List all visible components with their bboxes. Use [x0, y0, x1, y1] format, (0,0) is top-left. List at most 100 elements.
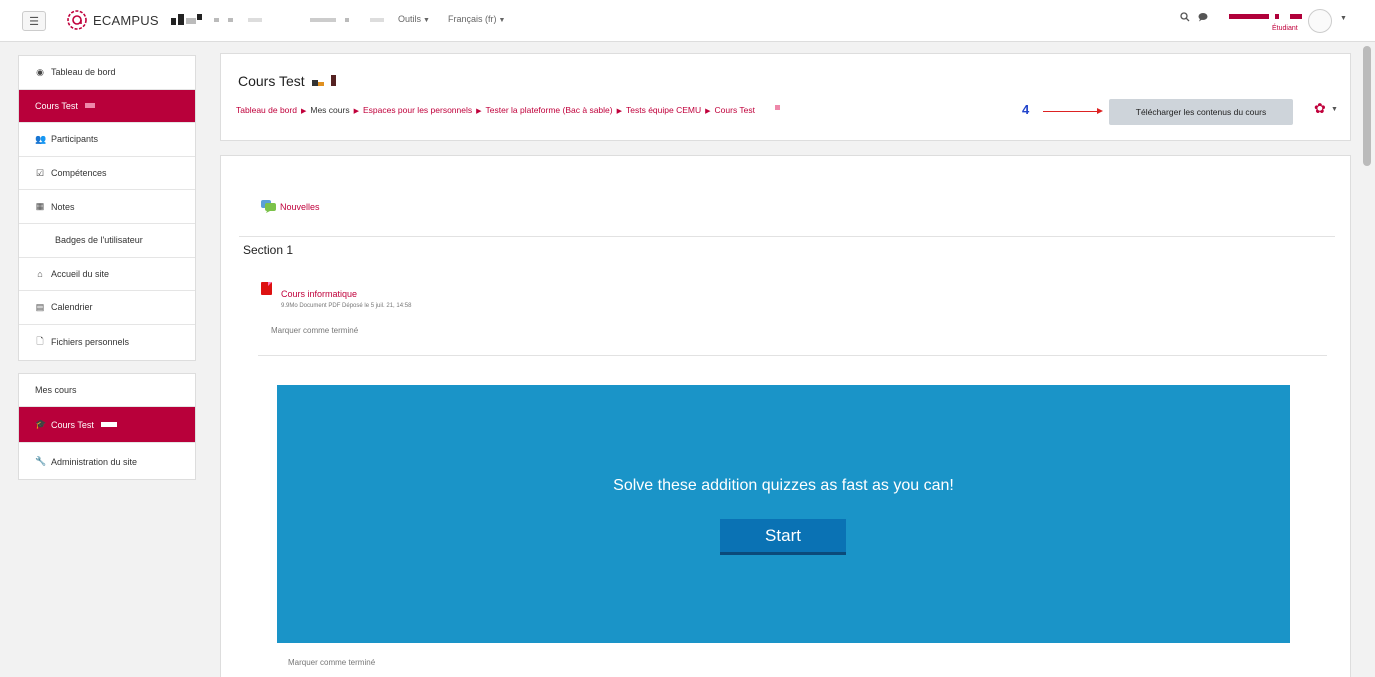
graduation-cap-icon: 🎓	[35, 419, 47, 429]
redacted-username	[1229, 14, 1269, 19]
chevron-down-icon: ▼	[423, 17, 430, 24]
arrow-right-icon	[1043, 108, 1103, 114]
caret-down-icon[interactable]: ▼	[1340, 15, 1347, 22]
users-icon: 👥	[35, 133, 47, 144]
section-title: Section 1	[243, 243, 294, 257]
home-icon: ⌂	[37, 268, 43, 279]
breadcrumb: Tableau de bord ▶ Mes cours ▶ Espaces pour l…	[236, 105, 781, 115]
course-content: Nouvelles Section 1 Cours informatique 9…	[220, 155, 1351, 677]
sidebar-item-competences[interactable]: ☑ Compétences	[19, 157, 195, 191]
breadcrumb-item[interactable]: Mes cours	[310, 105, 349, 115]
resource-name[interactable]: Cours informatique	[281, 289, 357, 299]
sidebar-item-label: Cours Test	[35, 100, 78, 111]
breadcrumb-separator-icon: ▶	[476, 108, 482, 115]
sidebar-item-my-course[interactable]: 🎓 Cours Test	[19, 407, 195, 443]
sidebar-item-label: Notes	[51, 201, 75, 212]
sidebar-item-files[interactable]: 🗋 Fichiers personnels	[19, 325, 195, 359]
sidebar-item-label: Fichiers personnels	[51, 336, 130, 347]
sidebar-item-badges[interactable]: Badges de l'utilisateur	[19, 224, 195, 258]
brand-logo[interactable]: ECAMPUS	[66, 9, 159, 31]
top-navbar: ☰ ECAMPUS Outils ▼ Français (fr) ▼ Étudian…	[0, 0, 1375, 42]
news-forum-link[interactable]: Nouvelles	[261, 200, 320, 213]
redacted-username	[1275, 14, 1279, 19]
divider	[258, 355, 1327, 356]
breadcrumb-separator-icon: ▶	[300, 108, 307, 115]
chevron-down-icon: ▼	[498, 17, 506, 24]
menu-icon: ☰	[29, 15, 39, 28]
scrollbar[interactable]	[1363, 46, 1371, 166]
search-icon[interactable]	[1180, 12, 1190, 25]
redacted-block	[214, 18, 219, 22]
redacted-block	[248, 18, 262, 22]
game-prompt: Solve these addition quizzes as fast as …	[613, 477, 954, 494]
course-header: Cours Test Tableau de bord ▶ Mes cours ▶ Esp…	[220, 53, 1351, 141]
pdf-file-icon	[261, 282, 272, 295]
table-icon: ▦	[35, 201, 45, 212]
download-course-content-button[interactable]: Télécharger les contenus du cours	[1109, 99, 1293, 125]
mark-complete-button[interactable]: Marquer comme terminé	[271, 326, 358, 335]
file-icon: 🗋	[36, 335, 44, 346]
menu-toggle-button[interactable]: ☰	[22, 11, 46, 31]
redacted-block	[178, 14, 184, 25]
breadcrumb-separator-icon: ▶	[353, 108, 359, 115]
sidebar-item-label: Compétences	[51, 168, 107, 179]
news-forum-label: Nouvelles	[280, 201, 320, 212]
sidebar-item-label: Administration du site	[51, 456, 138, 467]
redacted-block	[331, 75, 337, 86]
redacted-block	[345, 18, 349, 22]
redacted-block	[186, 18, 196, 24]
ecampus-logo-icon	[67, 10, 87, 30]
breadcrumb-separator-icon: ▶	[616, 108, 622, 115]
sidebar-item-label: Cours Test	[51, 419, 94, 430]
start-button[interactable]: Start	[720, 519, 846, 555]
breadcrumb-item[interactable]: Espaces pour les personnels	[363, 105, 472, 115]
sidebar-item-home[interactable]: ⌂ Accueil du site	[19, 258, 195, 292]
language-menu-label: Français (fr)	[448, 14, 497, 24]
chat-icon[interactable]	[1198, 12, 1208, 25]
redacted-block	[100, 422, 117, 427]
sidebar-item-label: Badges de l'utilisateur	[55, 235, 143, 246]
sidebar-item-label: Tableau de bord	[51, 67, 116, 78]
divider	[239, 236, 1335, 237]
redacted-username	[1290, 14, 1302, 19]
tools-menu[interactable]: Outils ▼	[398, 14, 430, 24]
resource-meta: 9.9Mo Document PDF Déposé le 5 juil. 21,…	[281, 303, 412, 309]
redacted-block	[370, 18, 384, 22]
redacted-block	[171, 18, 176, 25]
user-role: Étudiant	[1272, 25, 1298, 32]
user-avatar[interactable]	[1308, 9, 1332, 33]
sidebar-item-notes[interactable]: ▦ Notes	[19, 190, 195, 224]
gear-icon[interactable]: ✿	[1314, 100, 1326, 117]
redacted-block	[310, 18, 336, 22]
language-menu[interactable]: Français (fr) ▼	[448, 14, 505, 24]
redacted-block	[197, 14, 202, 20]
breadcrumb-item[interactable]: Tableau de bord	[236, 105, 297, 115]
tools-menu-label: Outils	[398, 14, 422, 24]
forum-icon	[261, 200, 276, 213]
breadcrumb-item[interactable]: Tests équipe CEMU	[626, 105, 701, 115]
caret-down-icon[interactable]: ▼	[1331, 106, 1338, 113]
page-title-text: Cours Test	[238, 73, 305, 89]
step-number-annotation: 4	[1022, 102, 1030, 117]
page-title: Cours Test	[238, 73, 337, 89]
checkbox-icon: ☑	[35, 167, 45, 178]
redacted-block	[84, 103, 95, 109]
sidebar-item-dashboard[interactable]: ◉ Tableau de bord	[19, 56, 195, 90]
sidebar-nav: ◉ Tableau de bord Cours Test 👥 Participa…	[18, 55, 196, 361]
wrench-icon: 🔧	[35, 456, 47, 466]
sidebar-item-site-admin[interactable]: 🔧 Administration du site	[19, 443, 195, 480]
quiz-game-embed: Solve these addition quizzes as fast as …	[277, 385, 1290, 643]
sidebar-item-calendar[interactable]: ▤ Calendrier	[19, 291, 195, 325]
dashboard-icon: ◉	[36, 66, 44, 77]
mark-complete-button[interactable]: Marquer comme terminé	[288, 658, 375, 667]
calendar-icon: ▤	[35, 301, 45, 312]
redacted-block	[228, 18, 233, 22]
sidebar-item-participants[interactable]: 👥 Participants	[19, 123, 195, 157]
breadcrumb-item[interactable]: Tester la plateforme (Bac à sable)	[486, 105, 613, 115]
sidebar-courses-heading: Mes cours	[19, 374, 195, 407]
sidebar-item-course[interactable]: Cours Test	[19, 89, 195, 124]
sidebar-courses: Mes cours 🎓 Cours Test 🔧 Administration …	[18, 373, 196, 480]
brand-name: ECAMPUS	[93, 12, 159, 28]
breadcrumb-item[interactable]: Cours Test	[715, 105, 755, 115]
redacted-block	[317, 82, 324, 86]
